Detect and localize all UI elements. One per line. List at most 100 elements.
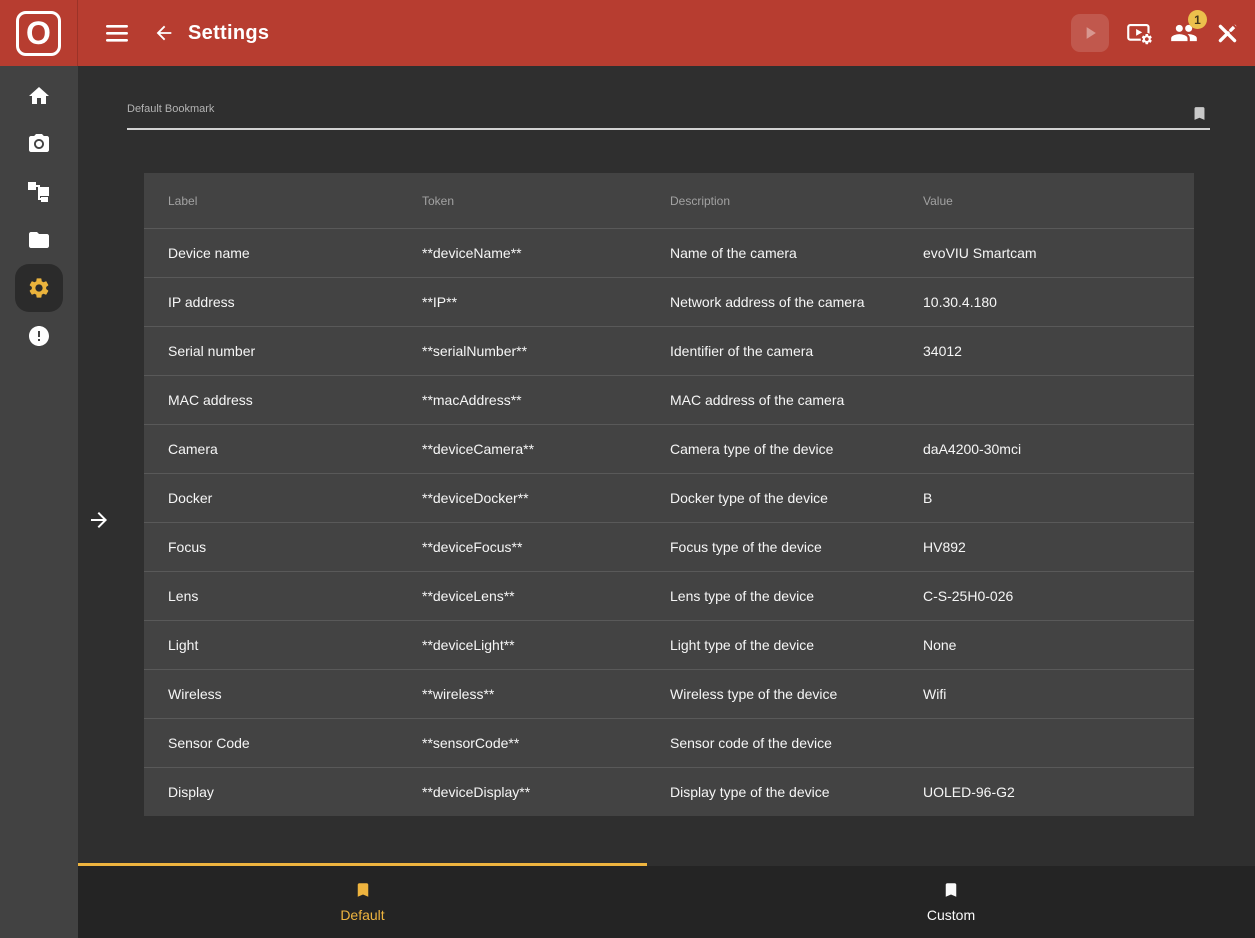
crossed-tools-icon <box>1215 21 1240 46</box>
cell-description: Name of the camera <box>646 245 899 261</box>
tokens-table: Label Token Description Value Device nam… <box>144 173 1194 816</box>
table-body: Device name **deviceName** Name of the c… <box>144 228 1194 816</box>
page-title: Settings <box>188 22 269 45</box>
table-row: Docker **deviceDocker** Docker type of t… <box>144 473 1194 522</box>
cell-label: Serial number <box>144 343 398 359</box>
cell-token: **sensorCode** <box>398 735 646 751</box>
sidebar-item-alerts[interactable] <box>15 312 63 360</box>
cell-description: Wireless type of the device <box>646 686 899 702</box>
cell-description: Lens type of the device <box>646 588 899 604</box>
bookmark-field-button[interactable] <box>1191 105 1208 122</box>
cell-description: Display type of the device <box>646 784 899 800</box>
cell-value: B <box>899 490 1194 506</box>
cell-description: Network address of the camera <box>646 294 899 310</box>
back-button[interactable] <box>153 22 175 44</box>
sidebar-item-home[interactable] <box>15 72 63 120</box>
logo-frame: O <box>16 11 61 56</box>
column-header-description: Description <box>646 194 899 208</box>
cell-label: Focus <box>144 539 398 555</box>
arrow-left-icon <box>153 22 175 44</box>
hamburger-icon <box>106 25 128 42</box>
topbar-actions: 1 <box>1071 14 1255 52</box>
cell-value: 34012 <box>899 343 1194 359</box>
table-row: Serial number **serialNumber** Identifie… <box>144 326 1194 375</box>
sidebar-item-camera[interactable] <box>15 120 63 168</box>
sidebar-item-device-tree[interactable] <box>15 168 63 216</box>
video-settings-button[interactable] <box>1126 20 1153 47</box>
cell-token: **deviceDisplay** <box>398 784 646 800</box>
column-header-value: Value <box>899 194 1194 208</box>
cell-label: Sensor Code <box>144 735 398 751</box>
column-header-token: Token <box>398 194 646 208</box>
cell-description: Sensor code of the device <box>646 735 899 751</box>
table-row: MAC address **macAddress** MAC address o… <box>144 375 1194 424</box>
expand-drawer-button[interactable] <box>87 508 111 532</box>
cell-token: **deviceLight** <box>398 637 646 653</box>
users-badge: 1 <box>1188 10 1207 29</box>
bookmark-icon <box>1191 105 1208 122</box>
tab-custom[interactable]: Custom <box>647 866 1255 938</box>
sidebar-item-settings[interactable] <box>15 264 63 312</box>
cell-token: **deviceName** <box>398 245 646 261</box>
cell-token: **wireless** <box>398 686 646 702</box>
cell-value: 10.30.4.180 <box>899 294 1194 310</box>
cell-value: C-S-25H0-026 <box>899 588 1194 604</box>
cell-value: daA4200-30mci <box>899 441 1194 457</box>
cell-description: Focus type of the device <box>646 539 899 555</box>
play-button[interactable] <box>1071 14 1109 52</box>
cell-label: IP address <box>144 294 398 310</box>
cell-value: Wifi <box>899 686 1194 702</box>
left-sidebar <box>0 66 78 938</box>
table-row: Device name **deviceName** Name of the c… <box>144 228 1194 277</box>
tab-default[interactable]: Default <box>78 866 647 938</box>
video-settings-icon <box>1126 20 1153 47</box>
cell-value: None <box>899 637 1194 653</box>
cell-token: **deviceFocus** <box>398 539 646 555</box>
cell-value: HV892 <box>899 539 1194 555</box>
tab-custom-label: Custom <box>927 907 975 923</box>
sidebar-item-files[interactable] <box>15 216 63 264</box>
default-bookmark-label: Default Bookmark <box>127 102 1210 116</box>
camera-icon <box>27 132 51 156</box>
cell-description: MAC address of the camera <box>646 392 899 408</box>
cell-description: Docker type of the device <box>646 490 899 506</box>
cell-token: **deviceCamera** <box>398 441 646 457</box>
cell-token: **macAddress** <box>398 392 646 408</box>
cell-label: Camera <box>144 441 398 457</box>
table-row: Display **deviceDisplay** Display type o… <box>144 767 1194 816</box>
menu-button[interactable] <box>106 25 128 42</box>
error-icon <box>27 324 51 348</box>
app-logo: O <box>0 0 78 66</box>
cell-label: MAC address <box>144 392 398 408</box>
cell-label: Light <box>144 637 398 653</box>
users-button[interactable]: 1 <box>1170 19 1198 47</box>
tab-default-label: Default <box>340 907 384 923</box>
play-icon <box>1080 23 1100 43</box>
cell-description: Light type of the device <box>646 637 899 653</box>
logo-letter: O <box>26 17 51 49</box>
bookmark-icon <box>354 881 372 899</box>
folder-icon <box>27 228 51 252</box>
cell-token: **serialNumber** <box>398 343 646 359</box>
cell-value: evoVIU Smartcam <box>899 245 1194 261</box>
cell-label: Display <box>144 784 398 800</box>
table-row: Wireless **wireless** Wireless type of t… <box>144 669 1194 718</box>
table-row: Lens **deviceLens** Lens type of the dev… <box>144 571 1194 620</box>
cell-value: UOLED-96-G2 <box>899 784 1194 800</box>
table-row: Light **deviceLight** Light type of the … <box>144 620 1194 669</box>
gear-icon <box>27 276 51 300</box>
table-row: Focus **deviceFocus** Focus type of the … <box>144 522 1194 571</box>
cell-label: Lens <box>144 588 398 604</box>
top-app-bar: O Settings <box>0 0 1255 66</box>
table-header-row: Label Token Description Value <box>144 173 1194 228</box>
cell-description: Identifier of the camera <box>646 343 899 359</box>
cell-token: **IP** <box>398 294 646 310</box>
cell-description: Camera type of the device <box>646 441 899 457</box>
cell-token: **deviceLens** <box>398 588 646 604</box>
table-row: Camera **deviceCamera** Camera type of t… <box>144 424 1194 473</box>
tools-button[interactable] <box>1215 21 1240 46</box>
bookmark-icon <box>942 881 960 899</box>
tree-icon <box>27 180 51 204</box>
bottom-tab-bar: Default Custom <box>78 866 1255 938</box>
arrow-right-icon <box>87 508 111 532</box>
